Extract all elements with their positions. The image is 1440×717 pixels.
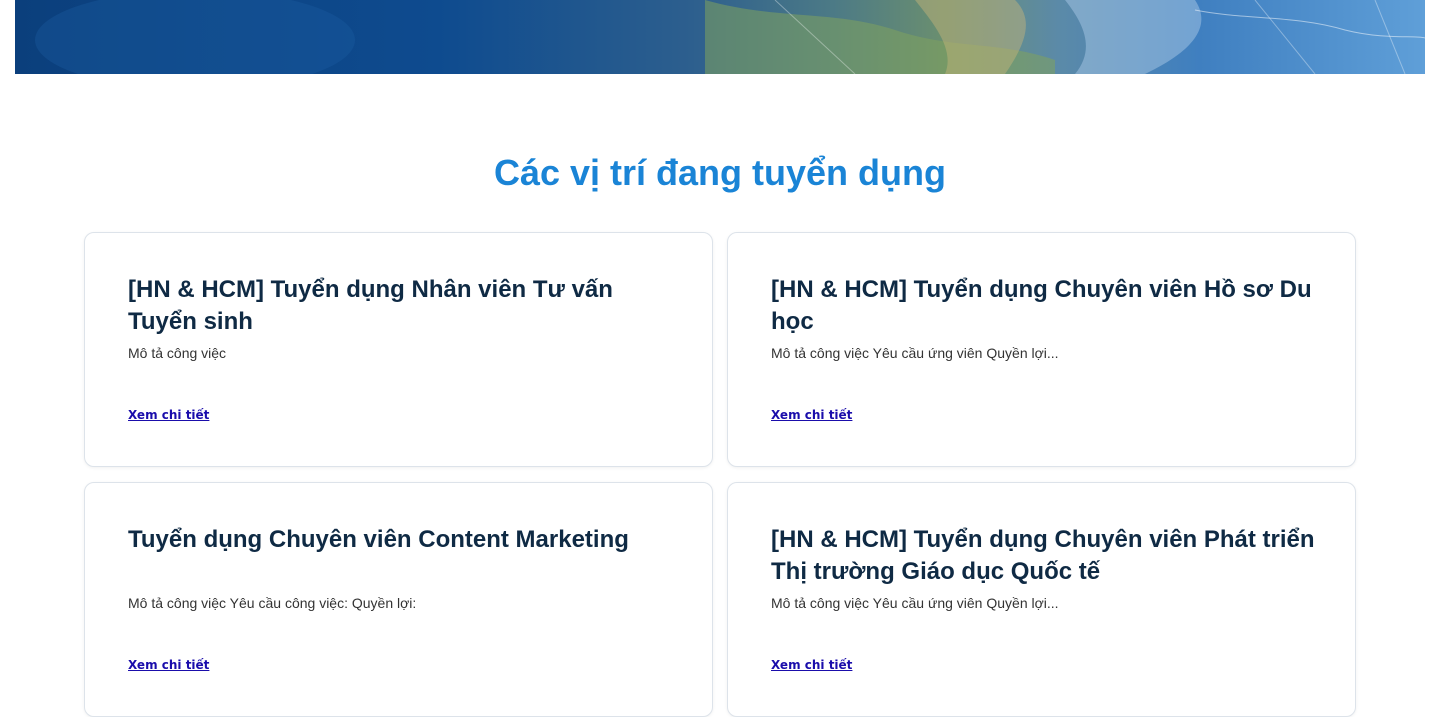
view-details-link[interactable]: Xem chi tiết (128, 658, 209, 672)
job-card: [HN & HCM] Tuyển dụng Nhân viên Tư vấn T… (84, 232, 713, 467)
job-title: [HN & HCM] Tuyển dụng Chuyên viên Phát t… (771, 526, 1315, 585)
job-description: Mô tả công việc (128, 345, 227, 361)
section-title: Các vị trí đang tuyển dụng (493, 152, 947, 193)
view-details-link[interactable]: Xem chi tiết (128, 408, 209, 422)
job-description: Mô tả công việc Yêu cầu ứng viên Quyền l… (771, 595, 1059, 611)
view-details-link[interactable]: Xem chi tiết (771, 408, 852, 422)
job-card: [HN & HCM] Tuyển dụng Chuyên viên Hồ sơ … (727, 232, 1356, 467)
job-description: Mô tả công việc Yêu cầu ứng viên Quyền l… (771, 345, 1059, 361)
job-title: [HN & HCM] Tuyển dụng Chuyên viên Hồ sơ … (771, 276, 1312, 335)
job-description: Mô tả công việc Yêu cầu công việc: Quyền… (128, 595, 417, 611)
job-title: Tuyển dụng Chuyên viên Content Marketing (128, 526, 629, 553)
world-map-graphic (35, 0, 1425, 74)
view-details-link[interactable]: Xem chi tiết (771, 658, 852, 672)
job-title: [HN & HCM] Tuyển dụng Nhân viên Tư vấn T… (128, 276, 613, 335)
hero-banner-image (15, 0, 1425, 74)
